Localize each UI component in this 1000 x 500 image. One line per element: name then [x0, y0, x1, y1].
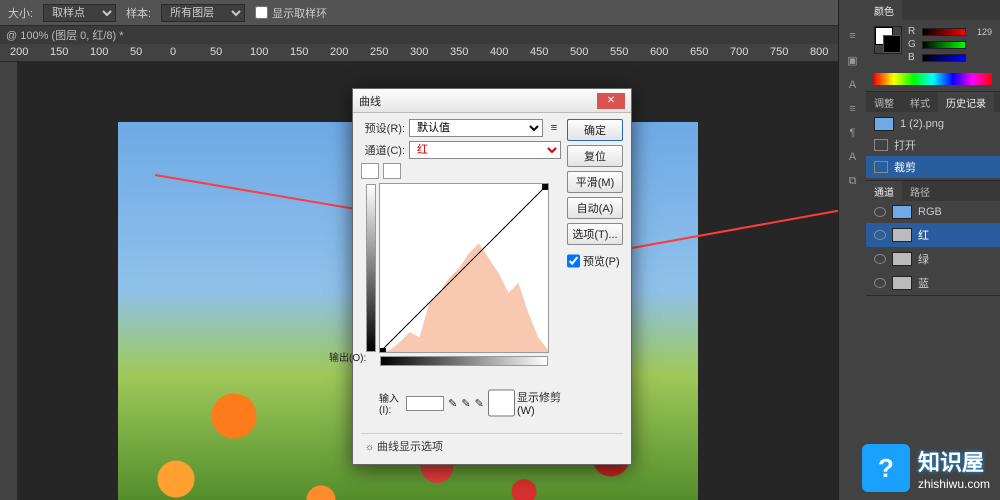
channel-green[interactable]: 绿	[866, 247, 1000, 271]
curve-graph[interactable]	[379, 183, 549, 353]
color-panel: 颜色 R129 G B	[866, 0, 1000, 92]
smooth-button[interactable]: 平滑(M)	[567, 171, 623, 193]
eye-icon	[874, 278, 886, 288]
style-select[interactable]: 所有图层	[161, 4, 245, 22]
ruler-vertical	[0, 62, 18, 500]
dialog-title: 曲线	[359, 93, 381, 109]
crop-icon	[874, 161, 888, 173]
preset-menu-icon[interactable]: ≡	[547, 122, 561, 134]
preset-select[interactable]: 默认值	[409, 119, 543, 137]
curve-line	[380, 184, 548, 352]
watermark-icon: ?	[862, 444, 910, 492]
history-panel: 调整 样式 历史记录 1 (2).png 打开 裁剪	[866, 92, 1000, 181]
eyedropper-gray-icon[interactable]: ✎	[461, 397, 470, 410]
show-ring-checkbox[interactable]: 显示取样环	[255, 5, 327, 21]
history-snapshot[interactable]: 1 (2).png	[866, 114, 1000, 134]
input-label: 输入(I):	[379, 390, 402, 416]
channel-rgb[interactable]: RGB	[866, 201, 1000, 223]
document-tab[interactable]: @ 100% (图层 0, 红/8) *	[6, 27, 124, 43]
tab-adjust[interactable]: 调整	[866, 92, 902, 113]
spectrum-bar[interactable]	[874, 73, 992, 85]
panel-icon[interactable]: ⧉	[849, 175, 857, 188]
panel-icon[interactable]: ≡	[849, 103, 855, 115]
open-icon	[874, 139, 888, 151]
eye-icon	[874, 230, 886, 240]
dialog-titlebar[interactable]: 曲线 ✕	[353, 89, 631, 113]
watermark-url: zhishiwu.com	[918, 477, 990, 491]
ok-button[interactable]: 确定	[567, 119, 623, 141]
panel-icon[interactable]: A	[849, 79, 856, 91]
input-gradient	[380, 356, 548, 366]
panel-icon[interactable]: A	[849, 151, 856, 163]
eyedropper-white-icon[interactable]: ✎	[475, 397, 484, 410]
style-label: 样本:	[126, 5, 151, 21]
options-button[interactable]: 选项(T)...	[567, 223, 623, 245]
panel-icon[interactable]: ▣	[847, 54, 857, 67]
auto-button[interactable]: 自动(A)	[567, 197, 623, 219]
output-gradient	[366, 184, 376, 352]
channel-red[interactable]: 红	[866, 223, 1000, 247]
output-label: 输出(O):	[329, 349, 366, 364]
tab-channels[interactable]: 通道	[866, 181, 902, 202]
channel-label: 通道(C):	[361, 142, 405, 158]
curve-tool-icon[interactable]	[361, 163, 379, 179]
tab-styles[interactable]: 样式	[902, 92, 938, 113]
channel-select[interactable]: 红	[409, 141, 561, 159]
b-slider[interactable]	[922, 54, 966, 62]
watermark-name: 知识屋	[918, 445, 990, 477]
size-label: 大小:	[8, 5, 33, 21]
collapsed-panel-strip: ≡ ▣ A ≡ ¶ A ⧉	[838, 0, 866, 500]
preview-checkbox[interactable]: 预览(P)	[567, 253, 623, 269]
eye-icon	[874, 207, 886, 217]
eye-icon	[874, 254, 886, 264]
channels-panel: 通道 路径 RGB 红 绿 蓝	[866, 181, 1000, 296]
r-slider[interactable]	[922, 28, 966, 36]
history-item[interactable]: 裁剪	[866, 156, 1000, 178]
panel-icon[interactable]: ¶	[850, 127, 856, 139]
color-swatch[interactable]	[874, 26, 902, 54]
pencil-tool-icon[interactable]	[383, 163, 401, 179]
right-panel-dock: ≡ ▣ A ≡ ¶ A ⧉ 颜色 R129 G B 调整 样式 历史记录	[838, 0, 1000, 500]
size-select[interactable]: 取样点	[43, 4, 116, 22]
preset-label: 预设(R):	[361, 120, 405, 136]
close-icon[interactable]: ✕	[597, 93, 625, 109]
panel-icon[interactable]: ≡	[849, 30, 855, 42]
curves-dialog: 曲线 ✕ 预设(R): 默认值 ≡ 通道(C): 红	[352, 88, 632, 465]
g-slider[interactable]	[922, 41, 966, 49]
tab-paths[interactable]: 路径	[902, 181, 938, 202]
tab-history[interactable]: 历史记录	[938, 92, 994, 113]
reset-button[interactable]: 复位	[567, 145, 623, 167]
channel-blue[interactable]: 蓝	[866, 271, 1000, 295]
watermark: ? 知识屋 zhishiwu.com	[862, 444, 990, 492]
tab-color[interactable]: 颜色	[866, 0, 902, 21]
history-item[interactable]: 打开	[866, 134, 1000, 156]
curve-display-options[interactable]: ☼ 曲线显示选项	[361, 433, 623, 458]
eyedropper-black-icon[interactable]: ✎	[448, 397, 457, 410]
input-value[interactable]	[406, 396, 444, 411]
show-clip-checkbox[interactable]: 显示修剪(W)	[488, 389, 561, 417]
